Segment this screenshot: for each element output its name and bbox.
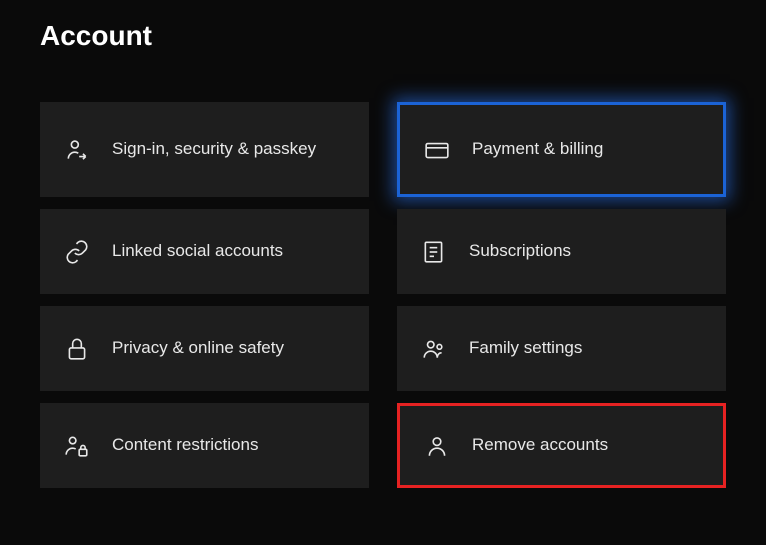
- tile-subscriptions[interactable]: Subscriptions: [397, 209, 726, 294]
- people-lock-icon: [64, 433, 90, 459]
- page-title: Account: [40, 20, 726, 52]
- lock-icon: [64, 336, 90, 362]
- person-arrow-icon: [64, 137, 90, 163]
- people-group-icon: [421, 336, 447, 362]
- tile-label: Linked social accounts: [112, 240, 283, 262]
- tile-label: Payment & billing: [472, 138, 603, 160]
- tile-label: Family settings: [469, 337, 582, 359]
- tile-payment-billing[interactable]: Payment & billing: [397, 102, 726, 197]
- tile-label: Privacy & online safety: [112, 337, 284, 359]
- credit-card-icon: [424, 137, 450, 163]
- tile-remove-accounts[interactable]: Remove accounts: [397, 403, 726, 488]
- tile-label: Content restrictions: [112, 434, 258, 456]
- account-tiles-grid: Sign-in, security & passkey Payment & bi…: [40, 102, 726, 488]
- person-icon: [424, 433, 450, 459]
- tile-linked-social-accounts[interactable]: Linked social accounts: [40, 209, 369, 294]
- link-icon: [64, 239, 90, 265]
- tile-signin-security-passkey[interactable]: Sign-in, security & passkey: [40, 102, 369, 197]
- tile-label: Subscriptions: [469, 240, 571, 262]
- tile-content-restrictions[interactable]: Content restrictions: [40, 403, 369, 488]
- tile-label: Sign-in, security & passkey: [112, 138, 316, 160]
- tile-privacy-online-safety[interactable]: Privacy & online safety: [40, 306, 369, 391]
- document-list-icon: [421, 239, 447, 265]
- tile-label: Remove accounts: [472, 434, 608, 456]
- tile-family-settings[interactable]: Family settings: [397, 306, 726, 391]
